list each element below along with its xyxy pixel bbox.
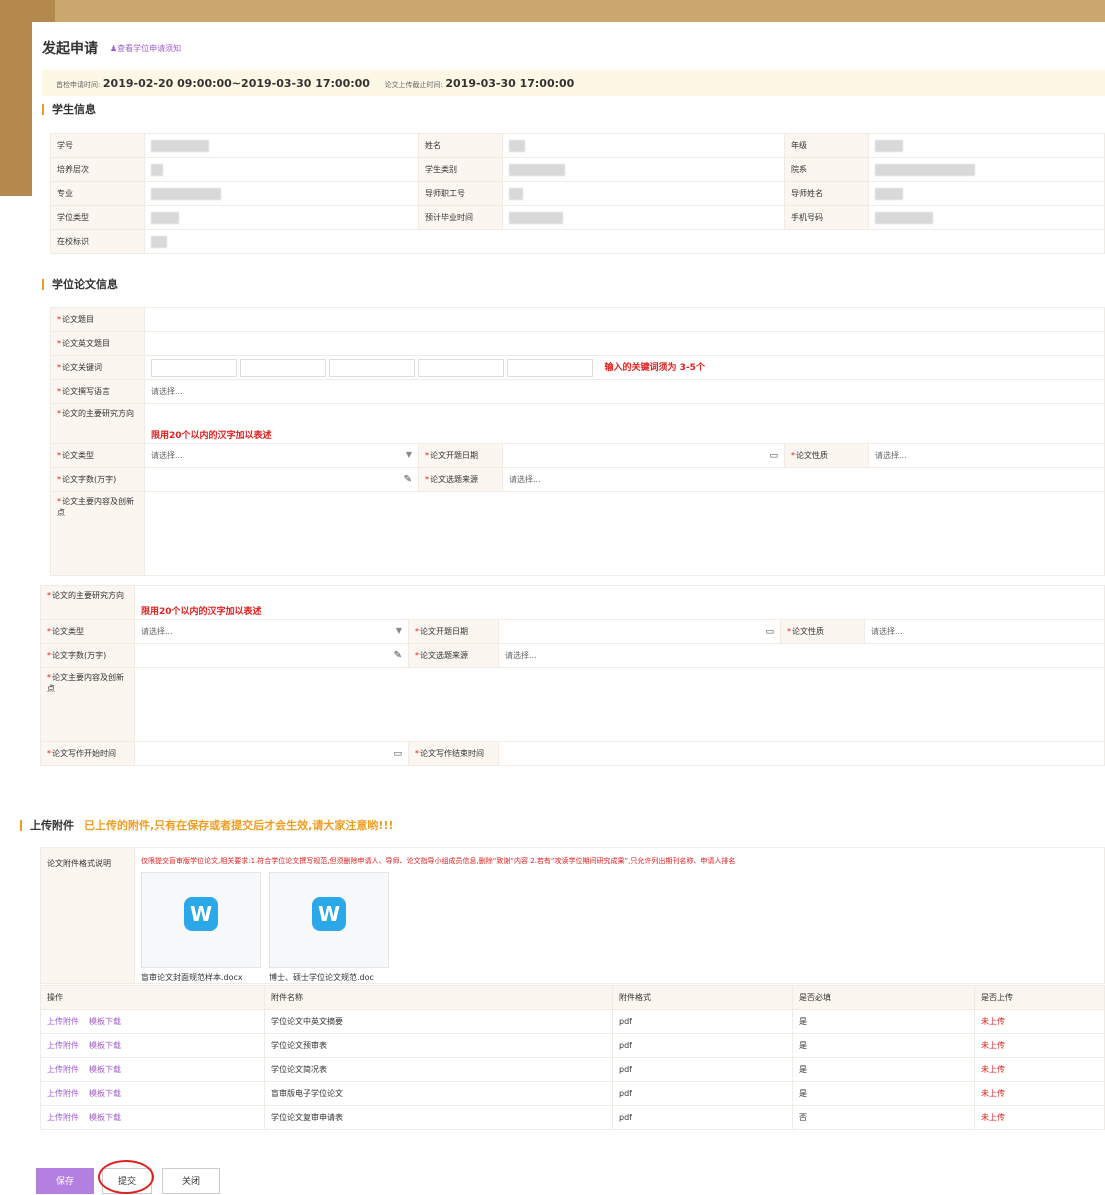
calendar-icon: ▭	[765, 626, 774, 637]
table-row: 上传附件 模板下载 学位论文中英文摘要 pdf 是未上传	[40, 1009, 1105, 1034]
nature-select-2[interactable]: 请选择...	[864, 619, 1105, 644]
table-row: 上传附件 模板下载 学位论文预审表 pdf 是未上传	[40, 1033, 1105, 1058]
keyword-input-4[interactable]	[418, 358, 504, 377]
upper-panel: 发起申请 ♟查看学位申请须知 首检申请时间: 2019-02-20 09:00:…	[32, 22, 1105, 577]
pencil-icon: ✎	[403, 474, 412, 485]
thesis-type-select[interactable]: 请选择... ▼	[144, 443, 419, 468]
file-card-2[interactable]: W	[269, 872, 389, 968]
upload-section-title: 上传附件 已上传的附件,只有在保存或者提交后才会生效,请大家注意哟!!!	[20, 820, 393, 831]
table-row: 上传附件 模板下载 盲审版电子学位论文 pdf 是未上传	[40, 1081, 1105, 1106]
save-button[interactable]: 保存	[36, 1168, 94, 1194]
content-textarea-2[interactable]	[134, 667, 1105, 742]
start-time-input[interactable]: ▭	[134, 741, 409, 766]
file-card-1[interactable]: W	[141, 872, 261, 968]
file-name-1[interactable]: 盲审论文封面规范样本.docx	[141, 972, 269, 983]
close-button[interactable]: 关闭	[162, 1168, 220, 1194]
student-info-table: 学号 姓名 年级 培养层次 学生类别 院系 专业 导师职工号 导师姓名 学位类型	[50, 133, 1105, 254]
upload-link[interactable]: 上传附件	[47, 1017, 79, 1026]
upload-link[interactable]: 上传附件	[47, 1113, 79, 1122]
calendar-icon: ▭	[393, 748, 402, 759]
keyword-input-1[interactable]	[151, 358, 237, 377]
thesis-form-lower: *论文的主要研究方向 限用20个以内的汉字加以表述 *论文类型 请选择... ▼ …	[40, 585, 1105, 766]
table-row: 上传附件 模板下载 学位论文简况表 pdf 是未上传	[40, 1057, 1105, 1082]
time-bar: 首检申请时间: 2019-02-20 09:00:00~2019-03-30 1…	[42, 70, 1105, 96]
upload-link[interactable]: 上传附件	[47, 1089, 79, 1098]
source-select-2[interactable]: 请选择...	[498, 643, 1105, 668]
template-link[interactable]: 模板下载	[89, 1065, 121, 1074]
chevron-down-icon: ▼	[395, 626, 402, 635]
keyword-input-3[interactable]	[329, 358, 415, 377]
content-textarea[interactable]	[144, 491, 1105, 576]
template-link[interactable]: 模板下载	[89, 1017, 121, 1026]
notice-link[interactable]: ♟查看学位申请须知	[110, 43, 181, 54]
highlight-circle	[98, 1160, 154, 1194]
panel-gap	[0, 577, 1105, 585]
pencil-icon: ✎	[393, 650, 402, 661]
nature-select[interactable]: 请选择...	[868, 443, 1105, 468]
chevron-down-icon: ▼	[405, 450, 412, 459]
word-count-input-2[interactable]: ✎	[134, 643, 409, 668]
thesis-en-title-input[interactable]	[144, 331, 1105, 356]
keyword-input-2[interactable]	[240, 358, 326, 377]
top-banner	[32, 0, 1105, 22]
upload-link[interactable]: 上传附件	[47, 1065, 79, 1074]
thesis-type-select-2[interactable]: 请选择... ▼	[134, 619, 409, 644]
calendar-icon: ▭	[769, 450, 778, 461]
thesis-form-upper: *论文题目 *论文英文题目 *论文关键词 输入的关键词须为 3-5个 *论文撰写…	[50, 307, 1105, 576]
word-icon: W	[184, 897, 218, 931]
lower-panel: *论文的主要研究方向 限用20个以内的汉字加以表述 *论文类型 请选择... ▼ …	[20, 585, 1105, 1194]
table-row: 上传附件 模板下载 学位论文复审申请表 pdf 否未上传	[40, 1105, 1105, 1130]
page-title: 发起申请	[42, 41, 98, 57]
field-label: *论文题目	[50, 307, 145, 332]
file-name-2[interactable]: 博士、硕士学位论文规范.doc	[269, 972, 397, 983]
open-date-input-2[interactable]: ▭	[498, 619, 781, 644]
thesis-title-input[interactable]	[144, 307, 1105, 332]
word-count-input[interactable]: ✎	[144, 467, 419, 492]
thesis-section-title: 学位论文信息	[42, 279, 118, 290]
template-link[interactable]: 模板下载	[89, 1089, 121, 1098]
language-select[interactable]: 请选择...	[144, 379, 1105, 404]
keyword-input-5[interactable]	[507, 358, 593, 377]
attachment-table: 操作 附件名称 附件格式 是否必填 是否上传 上传附件 模板下载 学位论文中英文摘…	[40, 985, 1105, 1130]
template-link[interactable]: 模板下载	[89, 1113, 121, 1122]
attachment-format-table: 论文附件格式说明 仅限提交盲审版学位论文,相关要求:1.符合学位论文撰写规范,但…	[40, 847, 1105, 984]
end-time-input[interactable]	[498, 741, 1105, 766]
upload-link[interactable]: 上传附件	[47, 1041, 79, 1050]
template-link[interactable]: 模板下载	[89, 1041, 121, 1050]
word-icon: W	[312, 897, 346, 931]
source-select[interactable]: 请选择...	[502, 467, 1105, 492]
student-section-title: 学生信息	[42, 104, 96, 115]
open-date-input[interactable]: ▭	[502, 443, 785, 468]
